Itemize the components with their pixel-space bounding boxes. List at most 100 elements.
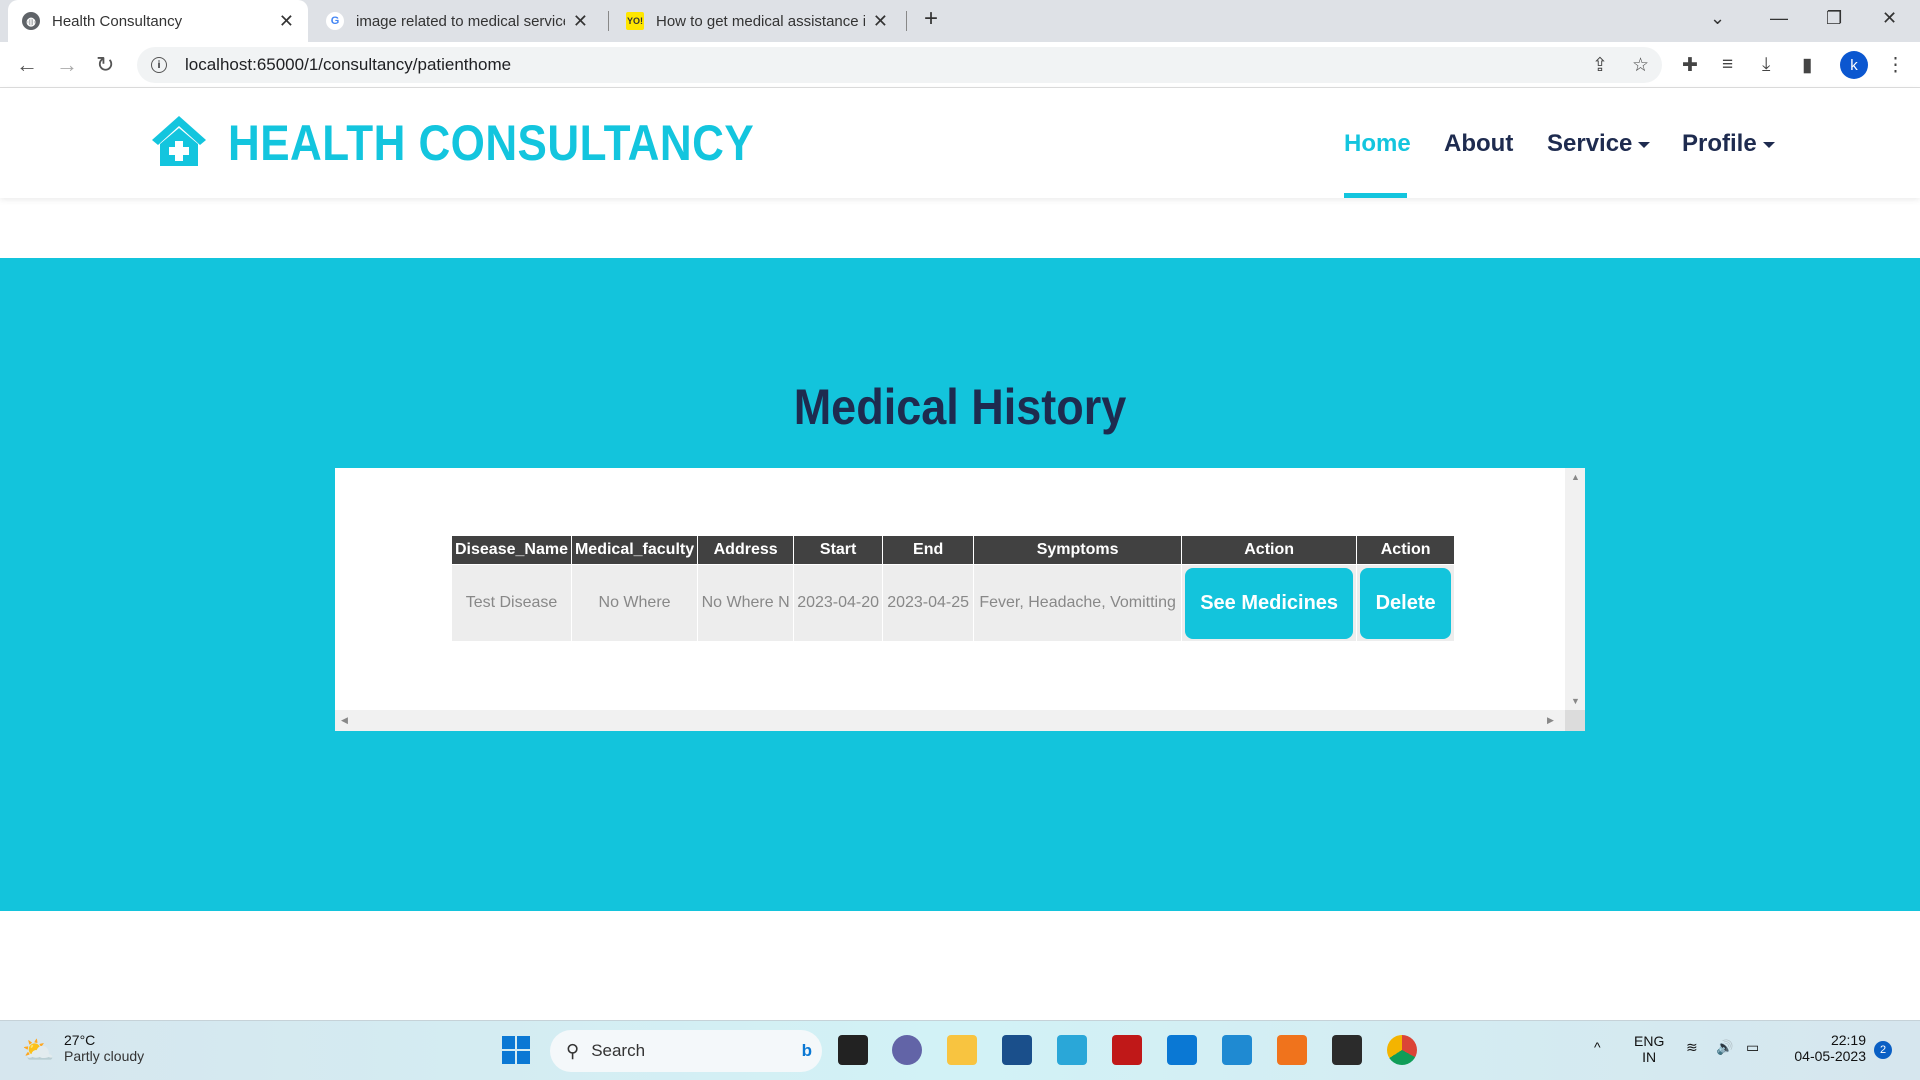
horizontal-scrollbar[interactable]: ◀ ▶	[335, 710, 1585, 731]
weather-icon[interactable]: ⛅	[22, 1035, 54, 1066]
site-navbar: HEALTH CONSULTANCY Home About Service Pr…	[0, 88, 1920, 198]
cell-end: 2023-04-25	[882, 564, 975, 642]
search-icon: ⚲	[566, 1040, 580, 1061]
teams-icon[interactable]	[892, 1035, 922, 1065]
menu-icon[interactable]: ⋮	[1886, 54, 1905, 77]
delete-button[interactable]: Delete	[1360, 567, 1452, 639]
wifi-icon[interactable]: ≋	[1686, 1039, 1698, 1056]
tab-health-consultancy[interactable]: ◍ Health Consultancy ✕	[8, 0, 308, 42]
nav-profile-label: Profile	[1682, 130, 1757, 157]
address-bar[interactable]: i localhost:65000/1/consultancy/patienth…	[137, 47, 1662, 83]
see-medicines-button[interactable]: See Medicines	[1185, 567, 1354, 639]
battery-icon[interactable]: ▭	[1746, 1039, 1759, 1056]
side-panel-icon[interactable]: ▮	[1802, 54, 1812, 77]
col-header: End	[882, 535, 975, 565]
scroll-up-icon[interactable]: ▲	[1571, 472, 1580, 482]
col-header: Medical_faculty	[570, 535, 699, 565]
scroll-right-icon[interactable]: ▶	[1547, 715, 1554, 726]
tab-separator	[608, 11, 609, 31]
bing-icon[interactable]: b	[802, 1041, 812, 1061]
chrome-icon[interactable]	[1387, 1035, 1417, 1065]
download-icon[interactable]: ⤓	[1762, 54, 1770, 76]
page-title: Medical History	[793, 379, 1127, 435]
volume-icon[interactable]: 🔊	[1716, 1039, 1733, 1056]
minimize-button[interactable]: —	[1770, 8, 1788, 29]
profile-avatar[interactable]: k	[1840, 51, 1868, 79]
close-window-button[interactable]: ✕	[1882, 8, 1897, 29]
scroll-left-icon[interactable]: ◀	[341, 715, 348, 726]
file-explorer-icon[interactable]	[947, 1035, 977, 1065]
brand-title[interactable]: HEALTH CONSULTANCY	[228, 114, 754, 172]
yo-icon: YO!	[626, 12, 644, 30]
google-icon: G	[326, 12, 344, 30]
caret-down-icon	[1762, 141, 1775, 148]
cell-address: No Where N	[697, 564, 795, 642]
taskbar: ⛅ 27°C Partly cloudy ⚲ Search b ^ ENG IN…	[0, 1020, 1920, 1080]
store-icon[interactable]	[1002, 1035, 1032, 1065]
back-icon[interactable]: ←	[16, 52, 38, 78]
terminal-icon[interactable]	[1332, 1035, 1362, 1065]
nav-service-label: Service	[1547, 130, 1633, 157]
tab-medical-assistance[interactable]: YO! How to get medical assistance in ✕	[612, 0, 902, 42]
table-row: Test Disease No Where No Where N 2023-04…	[451, 564, 1456, 642]
reload-icon[interactable]: ↻	[96, 52, 114, 78]
close-tab-icon[interactable]: ✕	[279, 11, 294, 32]
medical-history-section: Medical History Disease_Name Medical_fac…	[0, 258, 1920, 911]
language-indicator[interactable]: ENG IN	[1634, 1033, 1664, 1065]
tab-bar: ◍ Health Consultancy ✕ G image related t…	[0, 0, 1920, 42]
nav-profile[interactable]: Profile	[1682, 130, 1775, 158]
extensions-icon[interactable]: ✚	[1682, 54, 1698, 77]
new-tab-button[interactable]: +	[924, 5, 938, 33]
date: 04-05-2023	[1794, 1048, 1866, 1064]
cell-start: 2023-04-20	[793, 564, 884, 642]
vertical-scrollbar[interactable]: ▲ ▼	[1565, 468, 1585, 710]
search-placeholder: Search	[591, 1041, 646, 1060]
active-indicator	[1344, 193, 1407, 198]
weather-widget[interactable]: 27°C Partly cloudy	[64, 1032, 144, 1064]
mcafee-icon[interactable]	[1112, 1035, 1142, 1065]
lang-code: ENG	[1634, 1033, 1665, 1049]
xampp-icon[interactable]	[1277, 1035, 1307, 1065]
cell-faculty: No Where	[570, 564, 699, 642]
table-container[interactable]: Disease_Name Medical_faculty Address Sta…	[335, 468, 1585, 731]
vscode-icon[interactable]	[1222, 1035, 1252, 1065]
media-icon[interactable]: ≡	[1722, 54, 1733, 76]
col-header: Start	[793, 535, 884, 565]
scrollbar-corner	[1565, 710, 1585, 731]
house-medical-icon	[152, 116, 206, 166]
task-view-icon[interactable]	[838, 1035, 868, 1065]
region-code: IN	[1642, 1049, 1657, 1065]
scroll-down-icon[interactable]: ▼	[1571, 696, 1580, 706]
table-header-row: Disease_Name Medical_faculty Address Sta…	[451, 535, 1456, 565]
time: 22:19	[1830, 1032, 1866, 1048]
clock[interactable]: 22:19 04-05-2023	[1786, 1032, 1866, 1064]
nav-service[interactable]: Service	[1547, 130, 1651, 158]
notification-badge[interactable]: 2	[1874, 1041, 1892, 1059]
col-header: Action	[1356, 535, 1456, 565]
app-l-icon[interactable]	[1057, 1035, 1087, 1065]
tab-separator	[906, 11, 907, 31]
restore-button[interactable]: ❐	[1826, 8, 1842, 29]
close-tab-icon[interactable]: ✕	[873, 11, 888, 32]
site-info-icon[interactable]: i	[151, 57, 167, 73]
show-hidden-icons[interactable]: ^	[1594, 1039, 1601, 1055]
bookmark-star-icon[interactable]: ☆	[1632, 54, 1649, 77]
medical-history-table: Disease_Name Medical_faculty Address Sta…	[451, 535, 1456, 642]
taskbar-search[interactable]: ⚲ Search b	[550, 1030, 822, 1072]
share-icon[interactable]: ⇪	[1592, 54, 1608, 77]
nav-about[interactable]: About	[1444, 130, 1513, 158]
tab-image-search[interactable]: G image related to medical services ✕	[312, 0, 602, 42]
browser-toolbar: ← → ↻ i localhost:65000/1/consultancy/pa…	[0, 42, 1920, 88]
cell-symptoms: Fever, Headache, Vomitting	[973, 564, 1183, 642]
close-tab-icon[interactable]: ✕	[573, 11, 588, 32]
cortana-icon[interactable]	[1167, 1035, 1197, 1065]
col-header: Address	[697, 535, 795, 565]
start-button[interactable]	[502, 1036, 530, 1064]
nav-home[interactable]: Home	[1344, 130, 1411, 158]
tab-search-icon[interactable]: ⌄	[1710, 8, 1725, 29]
cell-action: See Medicines	[1181, 564, 1358, 642]
cell-disease: Test Disease	[451, 564, 572, 642]
weather-desc: Partly cloudy	[64, 1048, 145, 1064]
forward-icon[interactable]: →	[56, 52, 78, 78]
caret-down-icon	[1638, 141, 1651, 148]
